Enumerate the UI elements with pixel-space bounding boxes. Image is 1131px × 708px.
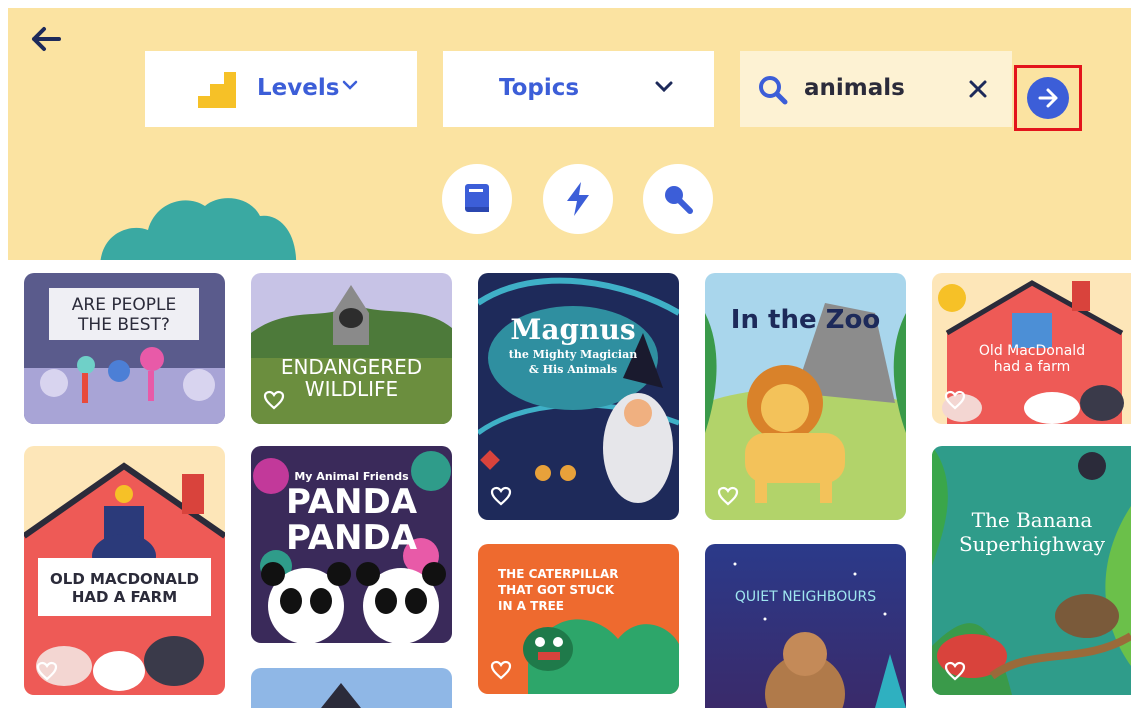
book-title: The Banana Superhighway xyxy=(958,508,1106,556)
search-input[interactable]: animals xyxy=(804,75,905,101)
heart-outline-icon[interactable] xyxy=(944,390,966,410)
book-card-the-caterpillar[interactable]: THE CATERPILLAR THAT GOT STUCK IN A TREE xyxy=(478,544,679,694)
book-title: ENDANGERED WILDLIFE xyxy=(280,355,423,401)
search-field[interactable]: animals xyxy=(740,51,1012,127)
topics-dropdown[interactable]: Topics xyxy=(443,51,714,127)
book-title: Magnus xyxy=(510,313,636,346)
heart-outline-icon[interactable] xyxy=(944,661,966,681)
heart-outline-icon[interactable] xyxy=(490,486,512,506)
book-card-old-macdonald-had-a-farm-large[interactable]: OLD MACDONALD HAD A FARM xyxy=(24,446,225,695)
book-cover-art xyxy=(478,273,679,520)
search-icon xyxy=(759,76,788,105)
book-card-partial[interactable] xyxy=(251,668,452,708)
heart-outline-icon[interactable] xyxy=(263,390,285,410)
book-title: In the Zoo xyxy=(730,305,881,335)
book-card-magnus[interactable]: Magnus the Mighty Magician & His Animals xyxy=(478,273,679,520)
heart-outline-icon[interactable] xyxy=(717,486,739,506)
staircase-icon xyxy=(198,72,236,108)
book-title: OLD MACDONALD HAD A FARM xyxy=(50,570,199,606)
clear-search-button[interactable] xyxy=(964,75,992,103)
book-cover-art xyxy=(705,544,906,708)
app-root: Levels Topics animals ARE PEOPLE THE BES… xyxy=(0,0,1131,708)
search-header: Levels Topics animals xyxy=(8,8,1131,260)
arrow-right-icon xyxy=(1038,88,1058,108)
chevron-down-icon xyxy=(655,81,673,92)
search-go-highlight xyxy=(1014,65,1082,131)
back-button[interactable] xyxy=(28,22,64,56)
book-card-are-people-the-best[interactable]: ARE PEOPLE THE BEST? xyxy=(24,273,225,424)
levels-dropdown[interactable]: Levels xyxy=(145,51,417,127)
bush-decoration xyxy=(100,198,297,260)
book-cover-art xyxy=(932,446,1131,695)
search-go-button[interactable] xyxy=(1027,77,1069,119)
arrow-left-icon xyxy=(32,27,61,51)
book-title: QUIET NEIGHBOURS xyxy=(734,589,877,605)
heart-outline-icon[interactable] xyxy=(490,660,512,680)
book-card-endangered-wildlife[interactable]: ENDANGERED WILDLIFE xyxy=(251,273,452,424)
filter-books-button[interactable] xyxy=(442,164,512,234)
filter-quick-button[interactable] xyxy=(543,164,613,234)
lightning-icon xyxy=(567,182,589,216)
magnifier-icon xyxy=(665,186,693,214)
levels-label: Levels xyxy=(257,75,340,101)
book-icon xyxy=(465,184,489,212)
topics-label: Topics xyxy=(499,75,580,101)
heart-outline-icon[interactable] xyxy=(36,661,58,681)
close-icon xyxy=(969,80,987,98)
book-card-old-macdonald-had-a-farm[interactable]: Old MacDonald had a farm xyxy=(932,273,1131,424)
filter-explore-button[interactable] xyxy=(643,164,713,234)
book-card-the-banana-superhighway[interactable]: The Banana Superhighway xyxy=(932,446,1131,695)
chevron-down-icon xyxy=(342,80,358,90)
book-card-panda-panda[interactable]: My Animal Friends PANDA PANDA xyxy=(251,446,452,643)
book-card-quiet-neighbours[interactable]: QUIET NEIGHBOURS xyxy=(705,544,906,708)
book-title: PANDA PANDA xyxy=(285,482,418,558)
book-title: THE CATERPILLAR THAT GOT STUCK IN A TREE xyxy=(498,567,619,613)
book-cover-art xyxy=(251,668,452,708)
book-title: ARE PEOPLE THE BEST? xyxy=(71,295,177,335)
book-card-in-the-zoo[interactable]: In the Zoo xyxy=(705,273,906,520)
book-subtitle: the Mighty Magician & His Animals xyxy=(508,348,638,376)
book-title: Old MacDonald had a farm xyxy=(978,343,1086,375)
